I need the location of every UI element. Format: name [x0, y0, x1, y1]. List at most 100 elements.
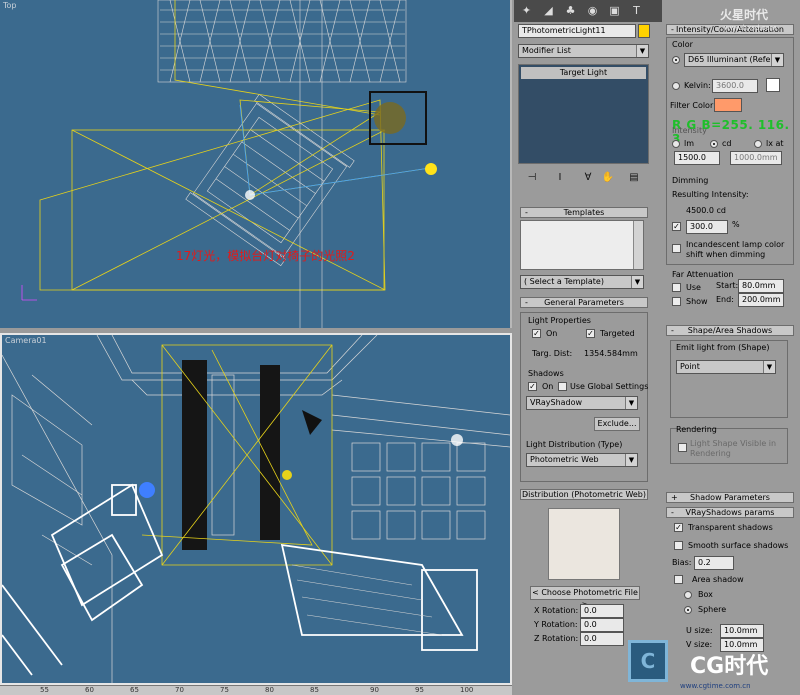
lm-label: lm — [684, 139, 695, 148]
template-select[interactable]: ( Select a Template) ▼ — [520, 275, 644, 289]
modify-tab-icon[interactable]: ◢ — [540, 2, 557, 19]
preset-radio[interactable] — [672, 56, 680, 64]
command-panel: ✦ ◢ ♣ ◉ ▣ T TPhotometricLight11 Modifier… — [514, 0, 662, 695]
hierarchy-tab-icon[interactable]: ♣ — [562, 2, 579, 19]
area-shadow-checkbox[interactable] — [674, 575, 683, 584]
y-rotation-label: Y Rotation: — [534, 620, 578, 629]
sphere-radio[interactable] — [684, 606, 692, 614]
global-settings-checkbox[interactable] — [558, 382, 567, 391]
kelvin-label: Kelvin: — [684, 81, 711, 90]
shadows-label: Shadows — [528, 369, 564, 378]
top-viewport[interactable]: Top 17灯光，模拟台灯对椅子的光照2 — [0, 0, 512, 328]
area-shadow-label: Area shadow — [692, 575, 744, 584]
light-on-checkbox[interactable]: ✓ — [532, 329, 541, 338]
shadow-type-dropdown[interactable]: VRayShadow ▼ — [526, 396, 638, 410]
general-params-rollout-header[interactable]: - General Parameters — [520, 297, 648, 308]
light-shape-visible-checkbox[interactable] — [678, 443, 687, 452]
dimming-checkbox[interactable]: ✓ — [672, 222, 681, 231]
kelvin-color-swatch[interactable] — [766, 78, 780, 92]
create-tab-icon[interactable]: ✦ — [518, 2, 535, 19]
box-radio[interactable] — [684, 591, 692, 599]
resulting-intensity-label: Resulting Intensity: — [672, 190, 749, 199]
templates-scrollbar[interactable] — [633, 221, 643, 269]
distribution-rollout-header[interactable]: - Distribution (Photometric Web) — [520, 489, 648, 500]
targeted-checkbox[interactable]: ✓ — [586, 329, 595, 338]
shape-value: Point — [680, 362, 700, 371]
targ-dist-value: 1354.584mm — [584, 349, 638, 358]
far-use-checkbox[interactable] — [672, 283, 681, 292]
rendering-label: Rendering — [676, 425, 717, 434]
pin-stack-icon[interactable]: ⊣ — [524, 170, 540, 186]
lx-label: lx at — [766, 139, 784, 148]
targeted-label: Targeted — [600, 329, 635, 338]
exclude-button[interactable]: Exclude... — [594, 417, 640, 431]
choose-photometric-file-button[interactable]: < Choose Photometric File > — [530, 586, 640, 609]
x-rotation-field[interactable]: 0.0 — [580, 604, 624, 618]
shadow-on-label: On — [542, 382, 554, 391]
incandescent-checkbox[interactable] — [672, 244, 681, 253]
lx-radio[interactable] — [754, 140, 762, 148]
object-color-swatch[interactable] — [638, 24, 650, 38]
cd-radio[interactable] — [710, 140, 718, 148]
configure-sets-icon[interactable]: ▤ — [626, 170, 642, 186]
transparent-shadows-checkbox[interactable]: ✓ — [674, 523, 683, 532]
global-settings-label: Use Global Settings — [570, 382, 649, 391]
kelvin-radio[interactable] — [672, 82, 680, 90]
shadow-on-checkbox[interactable]: ✓ — [528, 382, 537, 391]
y-rotation-field[interactable]: 0.0 — [580, 618, 624, 632]
timeline-ruler[interactable]: 55 60 65 70 75 80 85 90 95 100 — [0, 685, 512, 695]
bias-field[interactable]: 0.2 — [694, 556, 734, 570]
far-show-checkbox[interactable] — [672, 297, 681, 306]
color-preset-dropdown[interactable]: D65 Illuminant (Reference ▼ — [684, 53, 784, 67]
smooth-shadows-checkbox[interactable] — [674, 541, 683, 550]
intensity-label: Intensity — [672, 126, 707, 135]
shape-dropdown[interactable]: Point ▼ — [676, 360, 776, 374]
camera-viewport[interactable]: Camera01 — [0, 333, 512, 685]
command-tabs: ✦ ◢ ♣ ◉ ▣ T — [514, 0, 662, 22]
color-preset-value: D65 Illuminant (Reference — [688, 55, 784, 64]
box-label: Box — [698, 590, 713, 599]
chevron-down-icon: ▼ — [763, 361, 775, 373]
sphere-label: Sphere — [698, 605, 727, 614]
filter-color-swatch[interactable] — [714, 98, 742, 112]
far-end-field[interactable]: 200.0mm — [738, 293, 784, 307]
templates-list[interactable] — [520, 220, 644, 270]
light-shape-visible-label: Light Shape Visible in Rendering — [690, 439, 777, 458]
object-name-field[interactable]: TPhotometricLight11 — [518, 24, 636, 38]
modifier-list-dropdown[interactable]: Modifier List ▼ — [518, 44, 649, 58]
make-unique-icon[interactable]: ∀ — [580, 170, 596, 186]
targ-dist-label: Targ. Dist: — [532, 349, 573, 358]
motion-tab-icon[interactable]: ◉ — [584, 2, 601, 19]
shape-header-label: Shape/Area Shadows — [687, 326, 773, 335]
top-wireframe — [21, 0, 437, 328]
intensity-field[interactable]: 1500.0 — [674, 151, 720, 165]
templates-rollout-header[interactable]: - Templates — [520, 207, 648, 218]
show-end-result-icon[interactable]: I — [552, 170, 568, 186]
command-panel-right: - Intensity/Color/Attenuation Color D65 I… — [662, 0, 800, 695]
x-rotation-label: X Rotation: — [534, 606, 579, 615]
lm-radio[interactable] — [672, 140, 680, 148]
z-rotation-field[interactable]: 0.0 — [580, 632, 624, 646]
display-tab-icon[interactable]: ▣ — [606, 2, 623, 19]
timeline-tick: 70 — [175, 686, 184, 694]
dimming-percent-field[interactable]: 300.0 — [686, 220, 728, 234]
timeline-tick: 60 — [85, 686, 94, 694]
kelvin-field[interactable]: 3600.0 — [712, 79, 758, 93]
smooth-shadows-label: Smooth surface shadows — [688, 541, 789, 550]
stack-item-target-light[interactable]: Target Light — [521, 67, 646, 79]
timeline-tick: 90 — [370, 686, 379, 694]
light-dist-value: Photometric Web — [530, 455, 599, 464]
lx-distance-field[interactable]: 1000.0mm — [730, 151, 782, 165]
remove-modifier-icon[interactable]: ✋ — [600, 170, 616, 186]
percent-label: % — [732, 220, 740, 229]
vray-shadows-rollout-header[interactable]: - VRayShadows params — [666, 507, 794, 518]
utilities-tab-icon[interactable]: T — [628, 2, 645, 19]
far-start-field[interactable]: 80.0mm — [738, 279, 784, 293]
modifier-stack[interactable]: Target Light — [518, 64, 649, 164]
shadow-params-rollout-header[interactable]: + Shadow Parameters — [666, 492, 794, 503]
camera-wireframe — [2, 335, 510, 683]
light-dist-label: Light Distribution (Type) — [526, 440, 623, 449]
shape-rollout-header[interactable]: - Shape/Area Shadows — [666, 325, 794, 336]
usize-field[interactable]: 10.0mm — [720, 624, 764, 638]
light-dist-dropdown[interactable]: Photometric Web ▼ — [526, 453, 638, 467]
